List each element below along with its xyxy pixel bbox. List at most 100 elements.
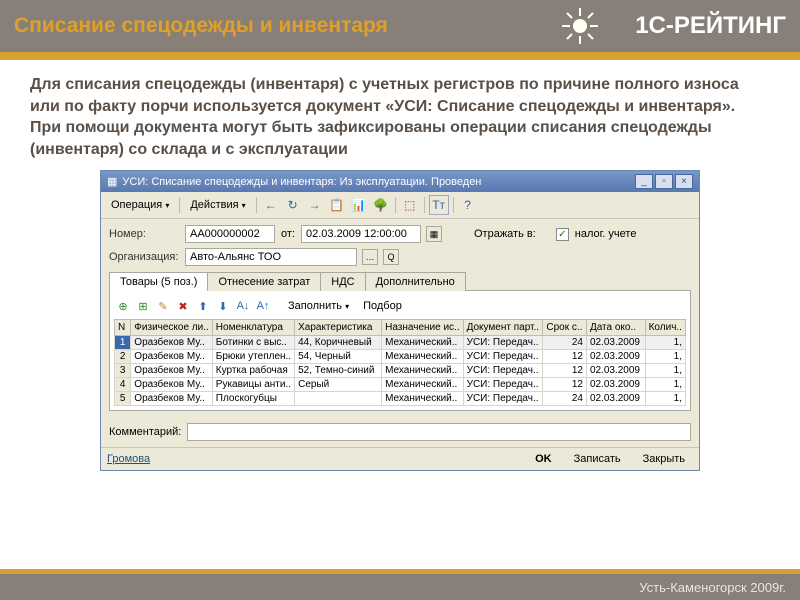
row-edit-icon[interactable]: ✎ (154, 297, 172, 315)
close-button[interactable]: × (675, 174, 693, 189)
minimize-button[interactable]: _ (635, 174, 653, 189)
cell-end[interactable]: 02.03.2009 (586, 350, 645, 364)
ok-button[interactable]: OK (527, 451, 560, 467)
menu-operation[interactable]: Операция ▾ (105, 197, 175, 213)
nav-forward-icon[interactable]: → (305, 195, 325, 215)
sort-asc-icon[interactable]: A↓ (234, 297, 252, 315)
cell-qty[interactable]: 1, (645, 350, 685, 364)
items-table[interactable]: N Физическое ли.. Номенклатура Характери… (114, 319, 686, 406)
number-field[interactable]: АА000000002 (185, 225, 275, 243)
text-tool-icon[interactable]: Тт (429, 195, 449, 215)
structure-icon[interactable]: ⬚ (400, 195, 420, 215)
cell-nomen[interactable]: Ботинки с выс.. (212, 336, 294, 350)
cell-char[interactable]: 52, Темно-синий (295, 364, 382, 378)
tree-icon[interactable]: 🌳 (371, 195, 391, 215)
save-button[interactable]: Записать (566, 451, 629, 467)
col-person[interactable]: Физическое ли.. (131, 320, 213, 336)
row-down-icon[interactable]: ⬇ (214, 297, 232, 315)
menubar: Операция ▾ Действия ▾ ← ↻ → 📋 📊 🌳 ⬚ Тт ? (101, 192, 699, 219)
cell-char[interactable] (295, 392, 382, 406)
page-header: Списание спецодежды и инвентаря 1С-РЕЙТИ… (0, 0, 800, 52)
table-row[interactable]: 1Оразбеков Му..Ботинки с выс..44, Коричн… (115, 336, 686, 350)
cell-purpose[interactable]: Механический.. (382, 350, 463, 364)
maximize-button[interactable]: ▫ (655, 174, 673, 189)
cell-doc[interactable]: УСИ: Передач.. (463, 336, 543, 350)
row-add-icon[interactable]: ⊕ (114, 297, 132, 315)
cell-char[interactable]: 44, Коричневый (295, 336, 382, 350)
cell-term[interactable]: 24 (543, 336, 587, 350)
refresh-icon[interactable]: ↻ (283, 195, 303, 215)
org-field[interactable]: Авто-Альянс ТОО (185, 248, 357, 266)
tab-nds[interactable]: НДС (320, 272, 365, 291)
col-n[interactable]: N (115, 320, 131, 336)
cell-nomen[interactable]: Куртка рабочая (212, 364, 294, 378)
cell-person[interactable]: Оразбеков Му.. (131, 392, 213, 406)
cell-purpose[interactable]: Механический.. (382, 336, 463, 350)
cell-char[interactable]: Серый (295, 378, 382, 392)
cell-doc[interactable]: УСИ: Передач.. (463, 378, 543, 392)
cell-term[interactable]: 24 (543, 392, 587, 406)
table-row[interactable]: 2Оразбеков Му..Брюки утеплен..54, Черный… (115, 350, 686, 364)
cell-term[interactable]: 12 (543, 378, 587, 392)
fill-button[interactable]: Заполнить ▾ (282, 298, 355, 314)
col-doc[interactable]: Документ парт.. (463, 320, 543, 336)
cell-qty[interactable]: 1, (645, 378, 685, 392)
cell-purpose[interactable]: Механический.. (382, 364, 463, 378)
window-titlebar[interactable]: ▦ УСИ: Списание спецодежды и инвентаря: … (101, 171, 699, 192)
col-end[interactable]: Дата око.. (586, 320, 645, 336)
row-delete-icon[interactable]: ✖ (174, 297, 192, 315)
table-row[interactable]: 4Оразбеков Му..Рукавицы анти..СерыйМехан… (115, 378, 686, 392)
cell-n: 1 (115, 336, 131, 350)
date-field[interactable]: 02.03.2009 12:00:00 (301, 225, 421, 243)
cell-nomen[interactable]: Плоскогубцы (212, 392, 294, 406)
col-qty[interactable]: Колич.. (645, 320, 685, 336)
cell-doc[interactable]: УСИ: Передач.. (463, 392, 543, 406)
cell-person[interactable]: Оразбеков Му.. (131, 350, 213, 364)
cell-person[interactable]: Оразбеков Му.. (131, 378, 213, 392)
row-up-icon[interactable]: ⬆ (194, 297, 212, 315)
cell-purpose[interactable]: Механический.. (382, 392, 463, 406)
cell-nomen[interactable]: Брюки утеплен.. (212, 350, 294, 364)
report-icon[interactable]: 📊 (349, 195, 369, 215)
tab-extra[interactable]: Дополнительно (365, 272, 466, 291)
cell-purpose[interactable]: Механический.. (382, 378, 463, 392)
calendar-icon[interactable]: ▦ (426, 226, 442, 242)
table-row[interactable]: 5Оразбеков Му..ПлоскогубцыМеханический..… (115, 392, 686, 406)
cell-n: 4 (115, 378, 131, 392)
cell-qty[interactable]: 1, (645, 336, 685, 350)
close-window-button[interactable]: Закрыть (635, 451, 693, 467)
menu-actions[interactable]: Действия ▾ (184, 197, 251, 213)
row-insert-icon[interactable]: ⊞ (134, 297, 152, 315)
cell-term[interactable]: 12 (543, 350, 587, 364)
table-row[interactable]: 3Оразбеков Му..Куртка рабочая52, Темно-с… (115, 364, 686, 378)
cell-nomen[interactable]: Рукавицы анти.. (212, 378, 294, 392)
nalog-checkbox[interactable]: ✓ (556, 228, 569, 241)
col-purpose[interactable]: Назначение ис.. (382, 320, 463, 336)
col-term[interactable]: Срок с.. (543, 320, 587, 336)
cell-end[interactable]: 02.03.2009 (586, 378, 645, 392)
cell-doc[interactable]: УСИ: Передач.. (463, 350, 543, 364)
cell-person[interactable]: Оразбеков Му.. (131, 364, 213, 378)
sort-desc-icon[interactable]: A↑ (254, 297, 272, 315)
cell-term[interactable]: 12 (543, 364, 587, 378)
cell-qty[interactable]: 1, (645, 392, 685, 406)
cell-end[interactable]: 02.03.2009 (586, 364, 645, 378)
status-user[interactable]: Громова (107, 453, 150, 465)
help-icon[interactable]: ? (458, 195, 478, 215)
cell-end[interactable]: 02.03.2009 (586, 392, 645, 406)
org-open-icon[interactable]: Q (383, 249, 399, 265)
col-nomen[interactable]: Номенклатура (212, 320, 294, 336)
tab-goods[interactable]: Товары (5 поз.) (109, 272, 208, 291)
cell-person[interactable]: Оразбеков Му.. (131, 336, 213, 350)
pick-button[interactable]: Подбор (357, 298, 408, 314)
org-select-icon[interactable]: … (362, 249, 378, 265)
post-icon[interactable]: 📋 (327, 195, 347, 215)
cell-doc[interactable]: УСИ: Передач.. (463, 364, 543, 378)
comment-field[interactable] (187, 423, 691, 441)
cell-char[interactable]: 54, Черный (295, 350, 382, 364)
cell-qty[interactable]: 1, (645, 364, 685, 378)
cell-end[interactable]: 02.03.2009 (586, 336, 645, 350)
col-char[interactable]: Характеристика (295, 320, 382, 336)
tab-costs[interactable]: Отнесение затрат (207, 272, 321, 291)
nav-back-icon[interactable]: ← (261, 195, 281, 215)
